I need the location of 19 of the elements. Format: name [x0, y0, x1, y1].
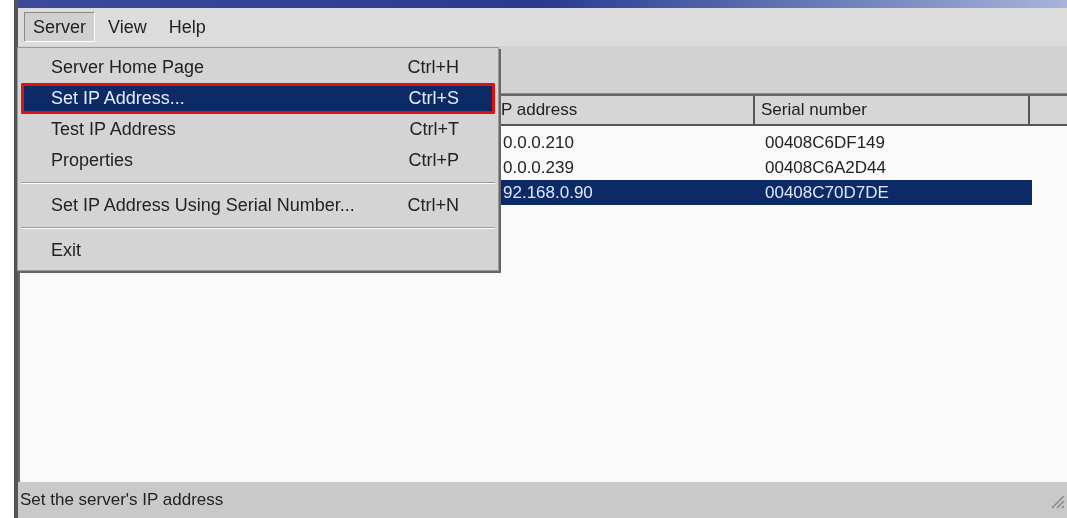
status-text: Set the server's IP address — [20, 489, 224, 512]
menu-item[interactable]: Test IP Address Ctrl+T — [21, 114, 495, 145]
table-cell-text: 0.0.0.210 — [502, 131, 575, 154]
column-header[interactable]: Serial number — [755, 96, 1030, 124]
menu-item[interactable]: View — [99, 12, 156, 42]
table-cell-text: 00408C70D7DE — [764, 181, 890, 204]
menu-item[interactable]: Server — [24, 12, 95, 42]
table-cell-text: 00408C6DF149 — [764, 131, 887, 154]
table-row[interactable]: 0.0.0.210 00408C6DF149 — [501, 130, 1032, 155]
table-cell-text: 00408C6A2D44 — [764, 156, 887, 179]
menu-item[interactable]: Set IP Address Using Serial Number... Ctrl+N — [21, 190, 495, 221]
table-cell-text: 0.0.0.239 — [502, 156, 575, 179]
menu-item[interactable]: Set IP Address... Ctrl+S — [21, 83, 495, 114]
menu-item[interactable]: Help — [159, 12, 215, 42]
menu-item[interactable]: Exit — [21, 235, 495, 266]
menu-item[interactable]: Properties Ctrl+P — [21, 145, 495, 176]
table-row[interactable]: 0.0.0.239 00408C6A2D44 — [501, 155, 1032, 180]
table-cell-text: 92.168.0.90 — [502, 181, 594, 204]
table-row[interactable]: 92.168.0.90 00408C70D7DE — [501, 180, 1032, 205]
